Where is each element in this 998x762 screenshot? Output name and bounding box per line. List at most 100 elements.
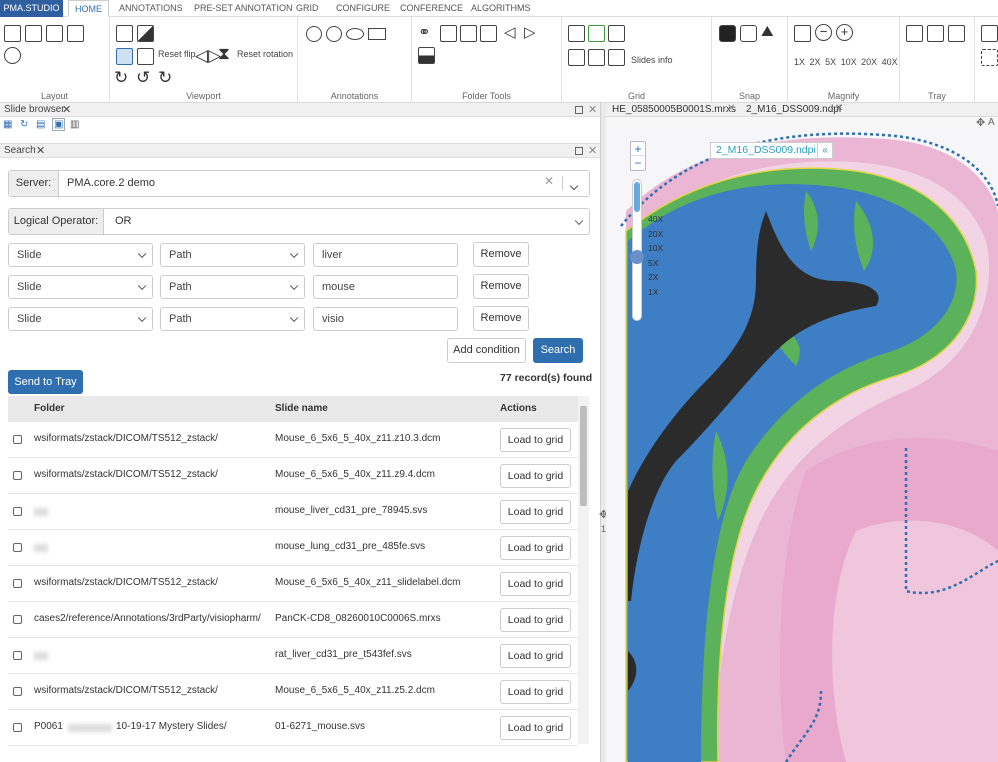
- condition-field-select[interactable]: Slide: [8, 275, 153, 299]
- slide-label-icon[interactable]: [418, 47, 435, 64]
- search-panel-maximize-icon[interactable]: [575, 147, 583, 155]
- next-icon[interactable]: ▷: [524, 23, 536, 41]
- load-to-grid-button[interactable]: Load to grid: [500, 464, 571, 488]
- viewer-tab-dss-close-icon[interactable]: ✕: [835, 103, 843, 114]
- row-checkbox[interactable]: [13, 723, 22, 732]
- rectangle-icon[interactable]: [368, 28, 386, 40]
- zoom-out-button[interactable]: −: [631, 156, 645, 170]
- server-clear-icon[interactable]: ✕: [544, 174, 554, 188]
- grid-select-icon[interactable]: [588, 25, 605, 42]
- load-to-grid-button[interactable]: Load to grid: [500, 536, 571, 560]
- layout-settings-icon[interactable]: [4, 47, 21, 64]
- zoom-in-button[interactable]: +: [631, 142, 645, 156]
- search-button[interactable]: Search: [533, 338, 583, 363]
- folder-refresh-icon[interactable]: [460, 25, 477, 42]
- snapshot-icon[interactable]: [719, 25, 736, 42]
- load-to-grid-button[interactable]: Load to grid: [500, 572, 571, 596]
- condition-field-select[interactable]: Slide: [8, 243, 153, 267]
- folder-icon[interactable]: ▤: [36, 119, 45, 130]
- layout-columns-icon[interactable]: [25, 25, 42, 42]
- remove-condition-button[interactable]: Remove: [473, 242, 529, 267]
- layers-icon[interactable]: [116, 48, 133, 65]
- rotate-left-icon[interactable]: ↺: [136, 69, 150, 86]
- tab-preset-annotation[interactable]: PRE-SET ANNOTATION: [188, 0, 299, 17]
- rotate-hourglass-icon[interactable]: ⧗: [218, 45, 230, 62]
- rotate-icon[interactable]: ↻: [158, 69, 172, 86]
- logical-operator-chevron-icon[interactable]: [574, 216, 584, 225]
- tab-home[interactable]: HOME: [68, 0, 109, 17]
- point-icon[interactable]: [306, 26, 322, 42]
- condition-attr-select[interactable]: Path: [160, 307, 305, 331]
- row-checkbox[interactable]: [13, 435, 22, 444]
- results-scrollbar[interactable]: [578, 396, 589, 744]
- column-folder[interactable]: Folder: [34, 403, 65, 414]
- grid-sync-icon[interactable]: [568, 25, 585, 42]
- zoom-level-1x[interactable]: 1X: [648, 285, 663, 300]
- circle-icon[interactable]: [326, 26, 342, 42]
- zoom-slider-handle[interactable]: [630, 250, 644, 264]
- reset-rotation-button[interactable]: Reset rotation: [237, 49, 293, 59]
- snapshot-annotations-icon[interactable]: ⛰: [761, 23, 774, 40]
- tray-print-icon[interactable]: [948, 25, 965, 42]
- overview-icon[interactable]: [116, 25, 133, 42]
- rotate-right-icon[interactable]: ↻: [114, 69, 128, 86]
- tab-conference[interactable]: CONFERENCE: [394, 0, 469, 17]
- row-checkbox[interactable]: [13, 543, 22, 552]
- folder-upload-icon[interactable]: [480, 25, 497, 42]
- brightness-icon[interactable]: [137, 25, 154, 42]
- collapse-label-button[interactable]: «: [817, 142, 833, 159]
- layout-rows-icon[interactable]: [46, 25, 63, 42]
- viewer-tab-dss[interactable]: 2_M16_DSS009.ndpi: [746, 104, 841, 115]
- condition-attr-select[interactable]: Path: [160, 243, 305, 267]
- send-to-tray-button[interactable]: Send to Tray: [8, 370, 83, 394]
- row-checkbox[interactable]: [13, 651, 22, 660]
- row-checkbox[interactable]: [13, 471, 22, 480]
- tray-download-icon[interactable]: [927, 25, 944, 42]
- load-to-grid-button[interactable]: Load to grid: [500, 500, 571, 524]
- row-checkbox[interactable]: [13, 507, 22, 516]
- row-checkbox[interactable]: [13, 579, 22, 588]
- microscope-icon[interactable]: [794, 25, 811, 42]
- magnify-1x[interactable]: 1X: [794, 57, 805, 67]
- column-slide-name[interactable]: Slide name: [275, 403, 328, 414]
- grid-zoom-icon[interactable]: [608, 25, 625, 42]
- remove-condition-button[interactable]: Remove: [473, 306, 529, 331]
- magnify-40x[interactable]: 40X: [882, 57, 898, 67]
- layout-single-icon[interactable]: [4, 25, 21, 42]
- slide-browser-close-panel-icon[interactable]: ✕: [588, 103, 597, 116]
- binoculars-icon[interactable]: ⚭: [418, 23, 431, 41]
- row-checkbox[interactable]: [13, 615, 22, 624]
- load-to-grid-button[interactable]: Load to grid: [500, 680, 571, 704]
- search-panel-close-panel-icon[interactable]: ✕: [588, 144, 597, 157]
- server-select[interactable]: PMA.core.2 demo: [67, 171, 155, 196]
- condition-value-input[interactable]: mouse: [313, 275, 458, 299]
- layout-grid-icon[interactable]: [67, 25, 84, 42]
- previous-icon[interactable]: ◁: [504, 23, 516, 41]
- zoom-level-2x[interactable]: 2X: [648, 270, 663, 285]
- snapshot-grid-icon[interactable]: [740, 25, 757, 42]
- grid-expand-icon[interactable]: [568, 49, 585, 66]
- viewer-move-icon[interactable]: ✥: [976, 117, 985, 129]
- scrollbar-thumb[interactable]: [580, 406, 587, 506]
- condition-attr-select[interactable]: Path: [160, 275, 305, 299]
- fullscreen-icon[interactable]: [981, 49, 998, 66]
- load-to-grid-button[interactable]: Load to grid: [500, 716, 571, 740]
- thumbnail-icon[interactable]: ▣: [52, 118, 66, 131]
- slides-info-icon[interactable]: [608, 49, 625, 66]
- tab-configure[interactable]: CONFIGURE: [330, 0, 396, 17]
- load-to-grid-button[interactable]: Load to grid: [500, 608, 571, 632]
- magnify-5x[interactable]: 5X: [825, 57, 836, 67]
- slide-browser-close-icon[interactable]: ✕: [62, 103, 71, 116]
- zoom-slider[interactable]: [630, 179, 644, 321]
- slides-info-button[interactable]: Slides info: [631, 55, 673, 65]
- row-checkbox[interactable]: [13, 687, 22, 696]
- details-icon[interactable]: ▥: [70, 119, 79, 130]
- slide-browser-maximize-icon[interactable]: [575, 106, 583, 114]
- viewer-tab-he[interactable]: HE_05850005B0001S.mrxs: [612, 104, 736, 115]
- viewer-tab-he-close-icon[interactable]: ✕: [727, 103, 735, 114]
- zoom-level-20x[interactable]: 20X: [648, 227, 663, 242]
- reset-flip-button[interactable]: Reset flip: [158, 49, 196, 59]
- magnify-20x[interactable]: 20X: [861, 57, 877, 67]
- tab-algorithms[interactable]: ALGORITHMS: [465, 0, 537, 17]
- load-to-grid-button[interactable]: Load to grid: [500, 644, 571, 668]
